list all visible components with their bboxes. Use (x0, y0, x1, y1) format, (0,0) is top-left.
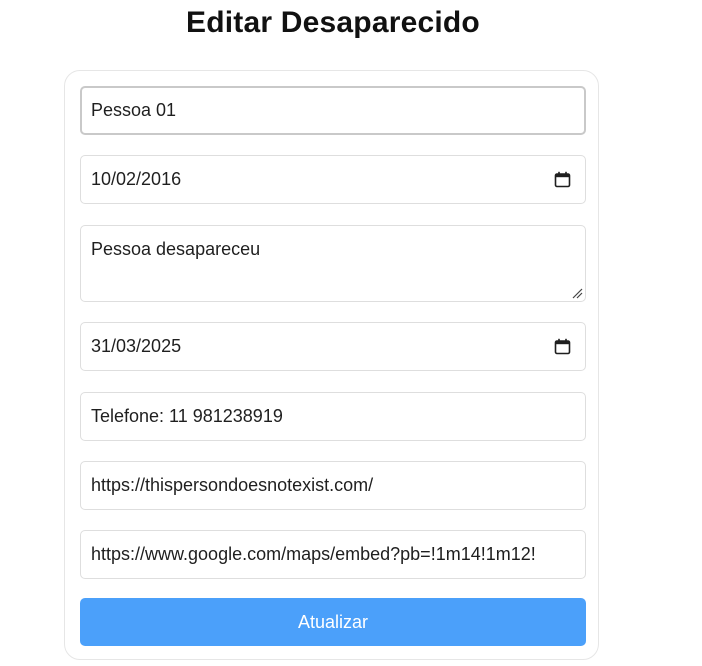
edit-form: Pessoa 01 10/02/2016 Pessoa desapareceu … (64, 70, 599, 660)
photo-url-field[interactable]: https://thispersondoesnotexist.com/ (80, 461, 586, 510)
map-url-value: https://www.google.com/maps/embed?pb=!1m… (91, 544, 536, 564)
description-textarea[interactable]: Pessoa desapareceu (80, 225, 586, 302)
disappearance-date-value: 31/03/2025 (91, 336, 182, 356)
calendar-icon[interactable] (554, 171, 571, 188)
contact-field[interactable]: Telefone: 11 981238919 (80, 392, 586, 441)
name-field[interactable]: Pessoa 01 (80, 86, 586, 135)
description-value: Pessoa desapareceu (91, 239, 261, 259)
contact-value: Telefone: 11 981238919 (91, 406, 283, 426)
birth-date-value: 10/02/2016 (91, 169, 182, 189)
photo-url-value: https://thispersondoesnotexist.com/ (91, 475, 374, 495)
update-button[interactable]: Atualizar (80, 598, 586, 646)
disappearance-date-field[interactable]: 31/03/2025 (80, 322, 586, 371)
calendar-icon[interactable] (554, 338, 571, 355)
resize-grip-icon[interactable] (571, 287, 583, 299)
name-value: Pessoa 01 (91, 100, 177, 120)
map-url-field[interactable]: https://www.google.com/maps/embed?pb=!1m… (80, 530, 586, 579)
page-title: Editar Desaparecido (186, 6, 480, 39)
page: Editar Desaparecido Pessoa 01 10/02/2016… (0, 0, 702, 666)
birth-date-field[interactable]: 10/02/2016 (80, 155, 586, 204)
